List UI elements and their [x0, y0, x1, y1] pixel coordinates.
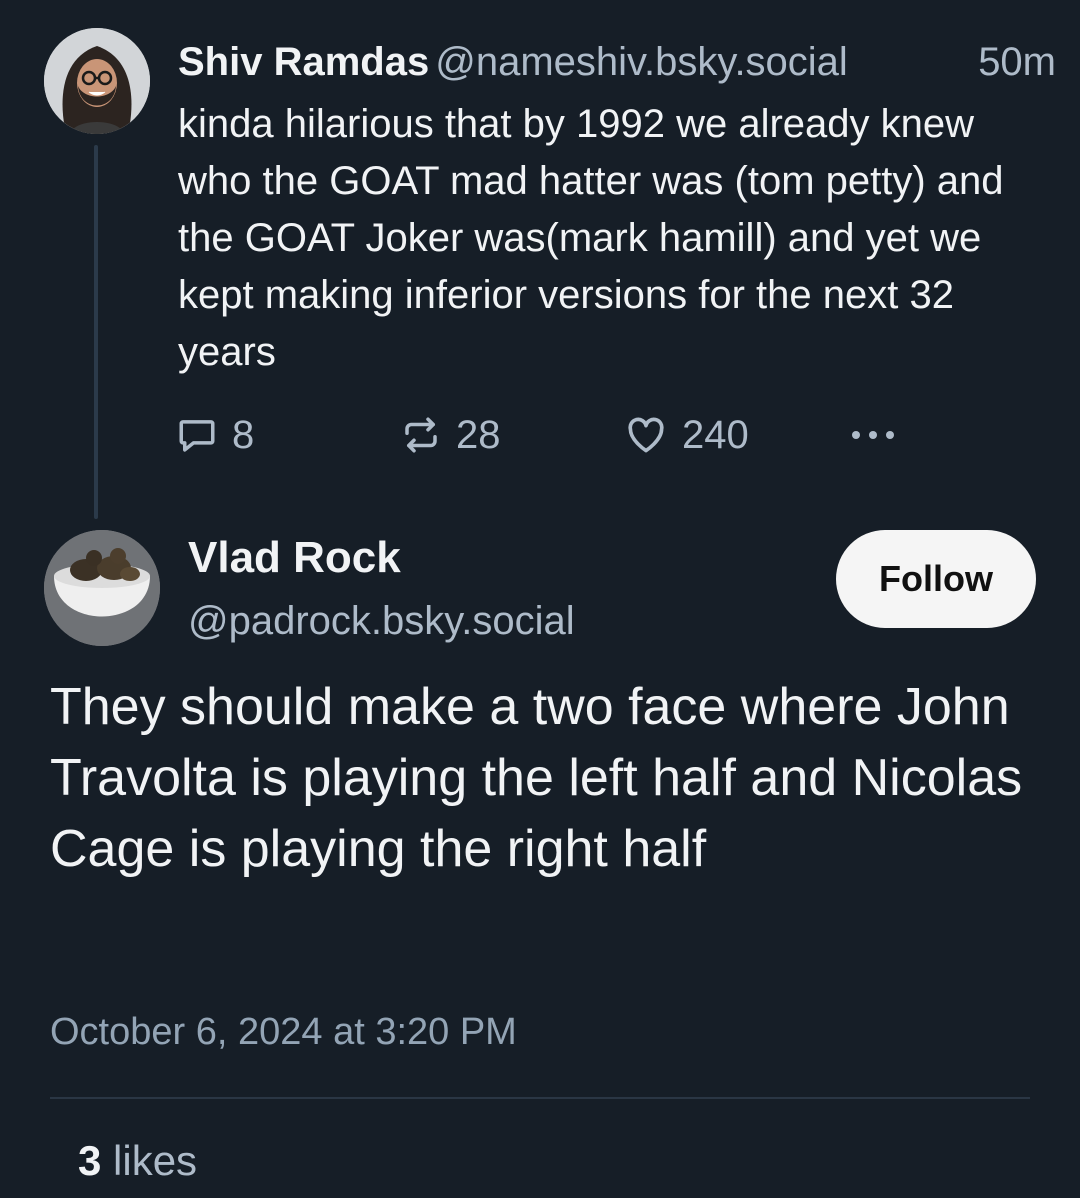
repost-arrows-icon [405, 417, 437, 453]
author-avatar[interactable] [44, 28, 150, 134]
heart-icon [628, 417, 664, 453]
more-options-button[interactable] [848, 410, 898, 460]
like-button[interactable]: 240 [624, 410, 749, 460]
likes-summary[interactable]: 3 likes [78, 1134, 197, 1188]
likes-count: 3 [78, 1137, 102, 1184]
post-header: Shiv Ramdas @nameshiv.bsky.social [178, 38, 1068, 86]
reply-author-avatar[interactable] [44, 530, 160, 646]
repost-count: 28 [456, 413, 501, 457]
speech-bubble-icon [179, 420, 215, 452]
divider [50, 1097, 1030, 1099]
thread-connector-line [94, 145, 98, 519]
author-name[interactable]: Shiv Ramdas [178, 40, 429, 84]
like-count: 240 [682, 413, 749, 457]
ellipsis-icon [852, 431, 894, 439]
reply-count: 8 [232, 413, 255, 457]
reply-author-name[interactable]: Vlad Rock [188, 530, 401, 586]
author-handle[interactable]: @nameshiv.bsky.social [435, 40, 848, 84]
post-date: October 6, 2024 at 3:20 PM [50, 1011, 517, 1053]
repost-button[interactable]: 28 [400, 410, 501, 460]
avatar-illustration [44, 28, 150, 134]
post-timestamp[interactable]: 50m [978, 38, 1056, 86]
reply-button[interactable]: 8 [176, 410, 254, 460]
post-text: kinda hilarious that by 1992 we already … [178, 102, 1004, 374]
reply-post-text: They should make a two face where John T… [50, 678, 1023, 878]
avatar-photo [44, 530, 160, 646]
post-actions: 8 28 240 [176, 410, 936, 460]
follow-button[interactable]: Follow [836, 530, 1036, 628]
reply-author-handle[interactable]: @padrock.bsky.social [188, 594, 575, 648]
likes-label: likes [113, 1137, 198, 1184]
